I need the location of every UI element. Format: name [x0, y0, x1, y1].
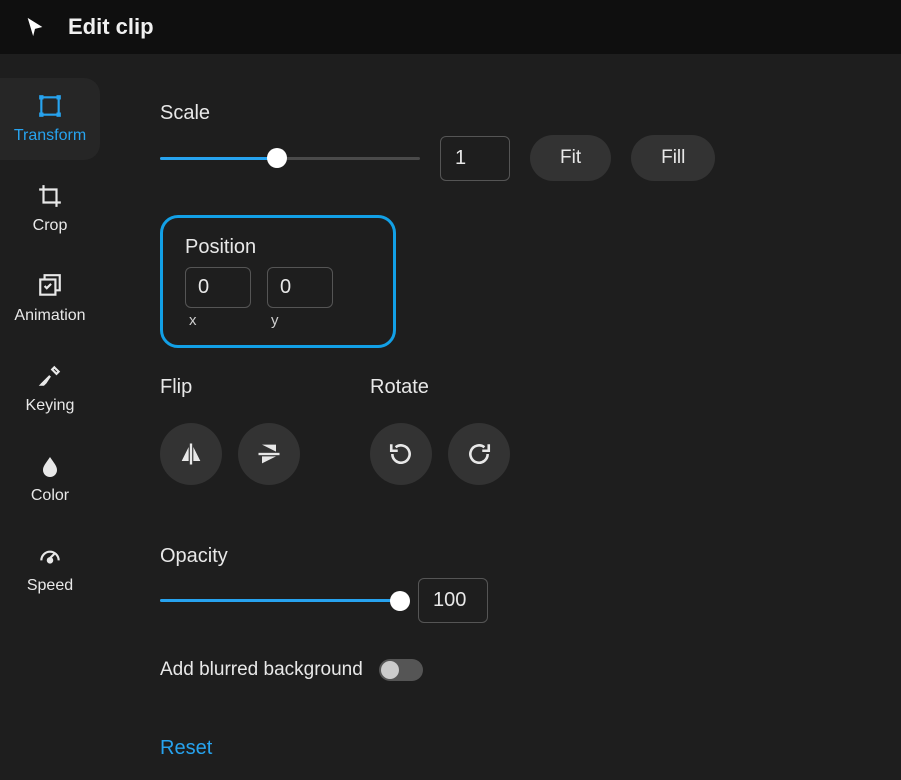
blurred-bg-label: Add blurred background — [160, 659, 363, 681]
position-x-input[interactable] — [185, 267, 251, 308]
position-y-sublabel: y — [267, 312, 333, 329]
sidebar-item-label: Color — [31, 487, 69, 505]
fill-button[interactable]: Fill — [631, 135, 715, 181]
rotate-ccw-button[interactable] — [370, 423, 432, 485]
titlebar: Edit clip — [0, 0, 901, 54]
opacity-slider[interactable] — [160, 589, 400, 613]
flip-vertical-button[interactable] — [238, 423, 300, 485]
sidebar-item-crop[interactable]: Crop — [0, 164, 100, 254]
gauge-icon — [37, 543, 63, 569]
animation-icon — [37, 273, 63, 299]
rotate-ccw-icon — [388, 441, 414, 467]
droplet-icon — [37, 453, 63, 479]
panel-title: Edit clip — [68, 14, 154, 40]
sidebar-item-label: Crop — [33, 217, 68, 235]
sidebar-item-color[interactable]: Color — [0, 434, 100, 524]
sidebar-item-animation[interactable]: Animation — [0, 254, 100, 344]
flip-label: Flip — [160, 376, 300, 399]
position-label: Position — [185, 236, 371, 259]
opacity-label: Opacity — [160, 545, 861, 568]
rotate-cw-icon — [466, 441, 492, 467]
position-y-input[interactable] — [267, 267, 333, 308]
scale-slider[interactable] — [160, 146, 420, 170]
transform-panel: Scale Fit Fill Position x — [100, 54, 901, 780]
sidebar-item-transform[interactable]: Transform — [0, 74, 100, 164]
sidebar-item-label: Animation — [14, 307, 85, 325]
flip-horizontal-button[interactable] — [160, 423, 222, 485]
sidebar-item-label: Speed — [27, 577, 73, 595]
position-group: Position x y — [160, 215, 396, 348]
flip-vertical-icon — [255, 440, 283, 468]
crop-icon — [37, 183, 63, 209]
scale-label: Scale — [160, 102, 861, 125]
blurred-bg-toggle[interactable] — [379, 659, 423, 681]
sidebar-item-speed[interactable]: Speed — [0, 524, 100, 614]
flip-horizontal-icon — [177, 440, 205, 468]
sidebar-item-label: Keying — [26, 397, 75, 415]
scale-input[interactable] — [440, 136, 510, 181]
rotate-label: Rotate — [370, 376, 510, 399]
reset-link[interactable]: Reset — [160, 737, 861, 760]
sidebar-item-label: Transform — [14, 127, 86, 145]
app-cursor-icon — [24, 16, 46, 38]
eyedropper-icon — [37, 363, 63, 389]
rotate-cw-button[interactable] — [448, 423, 510, 485]
position-x-sublabel: x — [185, 312, 251, 329]
sidebar-item-keying[interactable]: Keying — [0, 344, 100, 434]
transform-icon — [37, 93, 63, 119]
opacity-input[interactable] — [418, 578, 488, 623]
sidebar: Transform Crop Animation — [0, 54, 100, 780]
fit-button[interactable]: Fit — [530, 135, 611, 181]
